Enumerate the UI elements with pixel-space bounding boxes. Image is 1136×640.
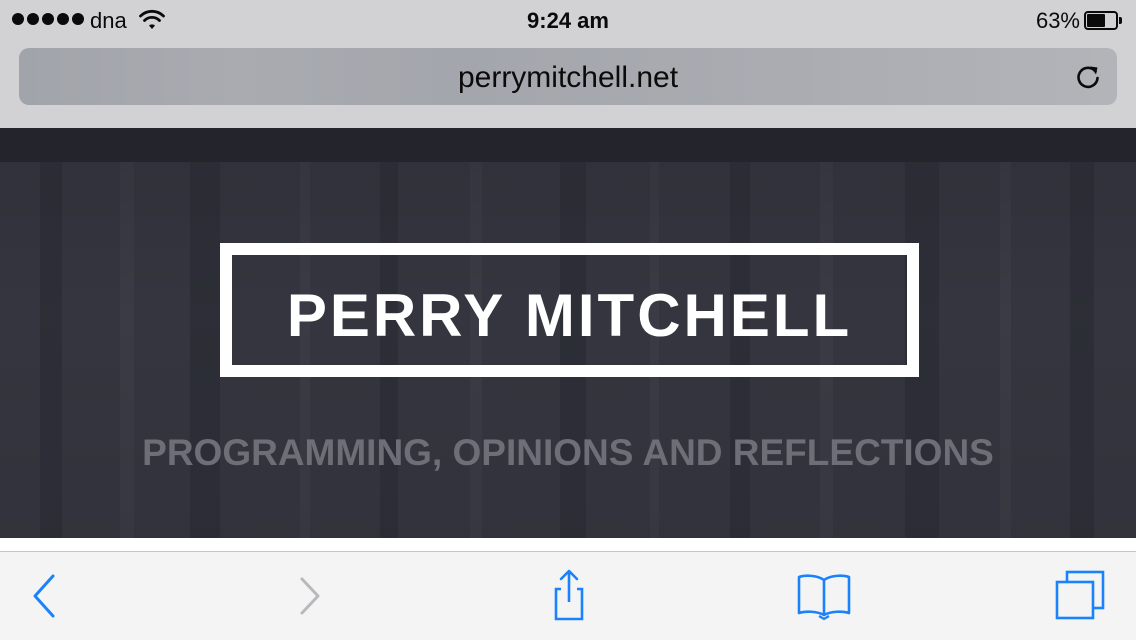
battery-percentage: 63% xyxy=(1035,8,1080,33)
battery-icon xyxy=(1084,11,1122,31)
status-bar: dna 9:24 am 63% xyxy=(0,0,1136,40)
reload-icon[interactable] xyxy=(1073,62,1103,92)
book-icon xyxy=(797,574,851,621)
site-title: PERRY MITCHELL xyxy=(286,282,853,349)
chevron-left-icon xyxy=(33,574,55,618)
address-bar[interactable]: perrymitchell.net xyxy=(19,48,1117,105)
share-button[interactable] xyxy=(540,568,596,624)
site-logo[interactable]: PERRY MITCHELL xyxy=(220,243,919,377)
url-text[interactable]: perrymitchell.net xyxy=(19,61,1117,95)
back-button[interactable] xyxy=(16,568,72,624)
clock: 9:24 am xyxy=(527,8,609,33)
forward-button[interactable] xyxy=(283,568,339,624)
tabs-button[interactable] xyxy=(1052,568,1108,624)
tabs-icon xyxy=(1055,570,1105,620)
page-content-area xyxy=(0,538,1136,551)
share-icon xyxy=(554,569,584,621)
page-top-strip xyxy=(0,128,1136,162)
browser-toolbar xyxy=(0,551,1136,640)
bookmarks-button[interactable] xyxy=(796,568,852,624)
site-tagline: PROGRAMMING, OPINIONS AND REFLECTIONS xyxy=(142,432,994,473)
chevron-right-icon xyxy=(300,577,320,615)
browser-top-chrome: dna 9:24 am 63% perrymitchell.net xyxy=(0,0,1136,128)
hero-banner: PERRY MITCHELL PROGRAMMING, OPINIONS AND… xyxy=(0,162,1136,538)
